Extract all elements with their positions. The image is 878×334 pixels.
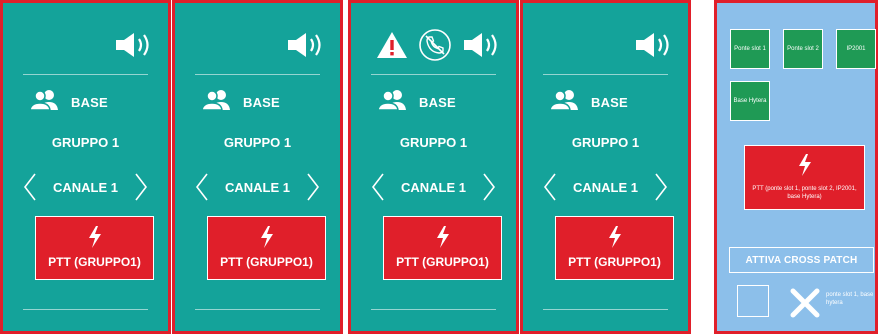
ptt-label: PTT (GRUPPO1) — [396, 255, 489, 269]
users-icon — [29, 89, 61, 116]
chevron-left-icon[interactable] — [367, 171, 389, 203]
ptt-button[interactable]: PTT (GRUPPO1) — [207, 216, 326, 280]
channel-selector: CANALE 1 — [523, 171, 688, 203]
base-label: BASE — [243, 95, 280, 110]
chevron-right-icon[interactable] — [130, 171, 152, 203]
status-icons — [376, 28, 502, 67]
channel-label: CANALE 1 — [52, 179, 118, 195]
divider — [23, 74, 148, 75]
divider — [23, 309, 148, 310]
channel-selector: CANALE 1 — [351, 171, 516, 203]
channel-panel-4: BASE GRUPPO 1 CANALE 1 PTT (GRUPPO1) — [520, 0, 691, 334]
base-label: BASE — [591, 95, 628, 110]
users-icon — [377, 89, 409, 116]
speaker-icon[interactable] — [286, 32, 326, 63]
ptt-button[interactable]: PTT (GRUPPO1) — [555, 216, 674, 280]
lightning-icon — [88, 226, 102, 253]
close-icon[interactable] — [789, 287, 821, 319]
confirm-checkbox[interactable] — [737, 285, 769, 317]
slot-base-hytera[interactable]: Base Hytera — [730, 81, 770, 121]
slot-ip2001[interactable]: IP2001 — [836, 29, 876, 69]
chevron-right-icon[interactable] — [478, 171, 500, 203]
group-label: GRUPPO 1 — [223, 135, 292, 150]
status-icons — [114, 29, 154, 65]
base-row: BASE — [549, 89, 628, 116]
base-row: BASE — [201, 89, 280, 116]
base-label: BASE — [419, 95, 456, 110]
chevron-right-icon[interactable] — [302, 171, 324, 203]
slot-ponte-slot-1[interactable]: Ponte slot 1 — [730, 29, 770, 69]
channel-panel-2: BASE GRUPPO 1 CANALE 1 PTT (GRUPPO1) — [172, 0, 343, 334]
users-icon — [549, 89, 581, 116]
chevron-right-icon[interactable] — [650, 171, 672, 203]
divider — [371, 309, 496, 310]
lightning-icon — [436, 226, 450, 253]
ptt-label: PTT (GRUPPO1) — [568, 255, 661, 269]
base-row: BASE — [377, 89, 456, 116]
channel-label: CANALE 1 — [400, 179, 466, 195]
divider — [195, 74, 320, 75]
slot-ponte-slot-2[interactable]: Ponte slot 2 — [783, 29, 823, 69]
chevron-left-icon[interactable] — [191, 171, 213, 203]
status-icons — [286, 29, 326, 65]
status-icons — [634, 29, 674, 65]
divider — [195, 309, 320, 310]
crosspatch-panel: Ponte slot 1 Ponte slot 2 IP2001 Base Hy… — [714, 0, 878, 334]
channel-label: CANALE 1 — [572, 179, 638, 195]
speaker-icon[interactable] — [462, 32, 502, 63]
phone-off-icon[interactable] — [418, 28, 452, 67]
group-label: GRUPPO 1 — [399, 135, 468, 150]
group-label: GRUPPO 1 — [51, 135, 120, 150]
speaker-icon[interactable] — [114, 32, 154, 63]
ptt-button[interactable]: PTT (GRUPPO1) — [383, 216, 502, 280]
channel-panel-1: BASE GRUPPO 1 CANALE 1 PTT (GRUPPO1) — [0, 0, 171, 334]
divider — [371, 74, 496, 75]
speaker-icon[interactable] — [634, 32, 674, 63]
channel-selector: CANALE 1 — [3, 171, 168, 203]
warning-icon — [376, 31, 408, 64]
ptt-label: PTT (GRUPPO1) — [220, 255, 313, 269]
crosspatch-ptt-button[interactable]: PTT (ponte slot 1, ponte slot 2, IP2001,… — [744, 145, 865, 210]
users-icon — [201, 89, 233, 116]
base-label: BASE — [71, 95, 108, 110]
channel-panel-3: BASE GRUPPO 1 CANALE 1 PTT (GRUPPO1) — [348, 0, 519, 334]
chevron-left-icon[interactable] — [539, 171, 561, 203]
lightning-icon — [260, 226, 274, 253]
group-label: GRUPPO 1 — [571, 135, 640, 150]
ptt-label: PTT (GRUPPO1) — [48, 255, 141, 269]
crosspatch-ptt-label: PTT (ponte slot 1, ponte slot 2, IP2001,… — [752, 186, 857, 201]
lightning-icon — [608, 226, 622, 253]
ptt-button[interactable]: PTT (GRUPPO1) — [35, 216, 154, 280]
activate-crosspatch-button[interactable]: ATTIVA CROSS PATCH — [729, 247, 874, 273]
base-row: BASE — [29, 89, 108, 116]
crosspatch-note: ponte slot 1, base hytera — [826, 292, 874, 307]
divider — [543, 74, 668, 75]
chevron-left-icon[interactable] — [19, 171, 41, 203]
divider — [543, 309, 668, 310]
lightning-icon — [798, 154, 812, 181]
channel-selector: CANALE 1 — [175, 171, 340, 203]
channel-label: CANALE 1 — [224, 179, 290, 195]
